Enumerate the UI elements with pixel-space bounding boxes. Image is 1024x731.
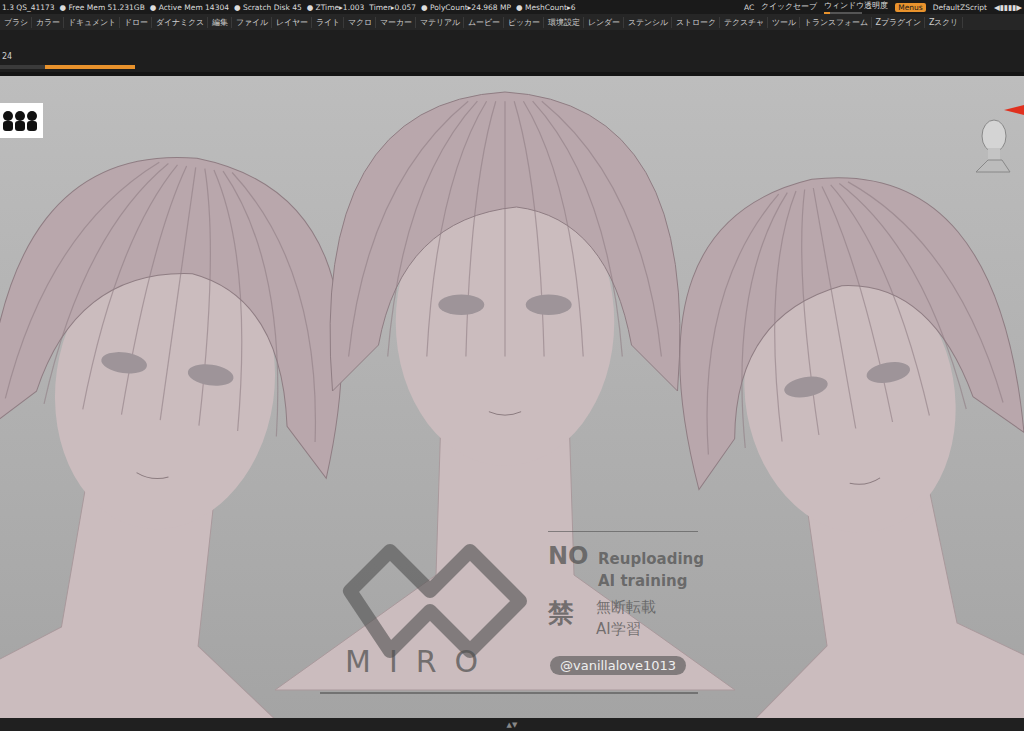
- menu-item[interactable]: ドキュメント: [64, 17, 120, 28]
- menu-item[interactable]: ドロー: [120, 17, 152, 28]
- watermark-no: NO: [548, 542, 589, 570]
- menu-item[interactable]: ムービー: [464, 17, 504, 28]
- menu-item[interactable]: ピッカー: [504, 17, 544, 28]
- watermark-kin: 禁: [548, 596, 574, 631]
- watermark-text: AI training: [598, 572, 687, 590]
- splitter-handle[interactable]: ▲▼: [507, 721, 518, 729]
- menu-item[interactable]: 編集: [208, 17, 232, 28]
- head-navigation-icon: [970, 114, 1014, 184]
- menu-item[interactable]: ダイナミクス: [152, 17, 208, 28]
- status-bar: 1.3 QS_41173 ● Free Mem 51.231GB ● Active …: [0, 0, 1024, 14]
- marker: [1004, 100, 1024, 119]
- status-item: ● PolyCount▸24.968 MP: [421, 3, 511, 12]
- menu-item[interactable]: ステンシル: [624, 17, 672, 28]
- menu-item[interactable]: レンダー: [584, 17, 624, 28]
- status-item: ● ZTime▸1.003: [307, 3, 365, 12]
- timeline: 24: [0, 30, 1024, 72]
- watermark-text: Reuploading: [598, 550, 704, 568]
- menu-item[interactable]: Zプラグイン: [872, 17, 925, 28]
- watermark-brand: MIRO: [345, 644, 496, 679]
- timeline-fill: [45, 65, 135, 69]
- menu-item[interactable]: マクロ: [344, 17, 376, 28]
- red-marker-icon: [1004, 105, 1024, 115]
- ac-button[interactable]: AC: [744, 3, 754, 12]
- status-item: ● Free Mem 51.231GB: [60, 3, 145, 12]
- sculpt-heads: [0, 76, 1024, 718]
- navigation-head[interactable]: [970, 114, 1014, 188]
- watermark-text: AI学習: [596, 620, 641, 639]
- menu-item[interactable]: テクスチャ: [720, 17, 768, 28]
- menu-item[interactable]: ブラシ: [0, 17, 32, 28]
- status-item: ● MeshCount▸6: [516, 3, 575, 12]
- viewport[interactable]: MIRO NO Reuploading AI training 禁 無断転載 AI学習 @va…: [0, 76, 1024, 718]
- status-item: ● Scratch Disk 45: [234, 3, 302, 12]
- status-item: ● Active Mem 14304: [150, 3, 229, 12]
- timeline-track[interactable]: [0, 65, 135, 69]
- menu-item[interactable]: ストローク: [672, 17, 720, 28]
- status-right: AC クイックセーブウィンドウ透明度 Menus DefaultZScript ◀▮▮▮…: [744, 1, 1022, 14]
- menu-item[interactable]: マテリアル: [416, 17, 464, 28]
- status-item: Timer▸0.057: [369, 3, 416, 12]
- menu-item[interactable]: トランスフォーム: [800, 17, 872, 28]
- menu-item[interactable]: Zスクリ: [925, 17, 962, 28]
- quicksave-button[interactable]: クイックセーブ: [761, 2, 817, 12]
- avatar-box[interactable]: [0, 103, 43, 138]
- script-label[interactable]: DefaultZScript: [933, 3, 987, 12]
- watermark-text: 無断転載: [596, 598, 656, 617]
- timeline-label: 24: [0, 52, 1024, 61]
- zbrush-window: 1.3 QS_41173 ● Free Mem 51.231GB ● Active …: [0, 0, 1024, 731]
- people-icon: [0, 103, 43, 138]
- transparency-slider[interactable]: ウィンドウ透明度: [824, 1, 888, 14]
- menus-button[interactable]: Menus: [895, 3, 926, 12]
- scroller[interactable]: ◀▮▮▮▮▶: [994, 3, 1022, 12]
- menu-item[interactable]: ツール: [768, 17, 800, 28]
- menu-item[interactable]: マーカー: [376, 17, 416, 28]
- transparency-label: ウィンドウ透明度: [824, 1, 888, 11]
- menu-item[interactable]: ライト: [312, 17, 344, 28]
- menu-item[interactable]: 環境設定: [544, 17, 584, 28]
- watermark-handle: @vanillalove1013: [550, 656, 686, 675]
- bottom-bar: ▲▼: [0, 718, 1024, 731]
- status-item: 1.3 QS_41173: [2, 3, 55, 12]
- menu-item[interactable]: カラー: [32, 17, 64, 28]
- menu-item[interactable]: ファイル: [232, 17, 272, 28]
- menu-bar: ブラシカラードキュメントドローダイナミクス編集ファイルレイヤーライトマクロマーカ…: [0, 14, 1024, 30]
- menu-item[interactable]: レイヤー: [272, 17, 312, 28]
